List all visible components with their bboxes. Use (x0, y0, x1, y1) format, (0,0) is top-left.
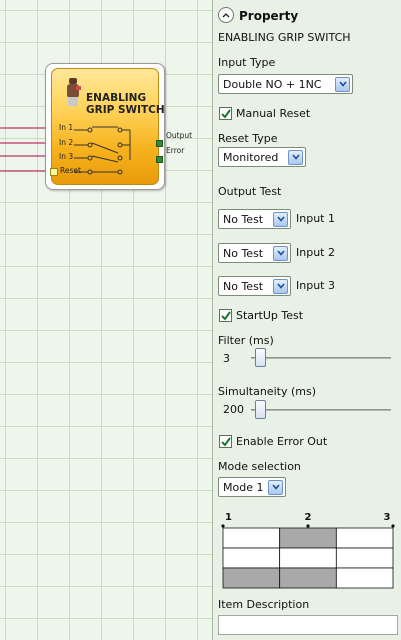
mode-position-3: 3 (384, 512, 391, 523)
pin-in3-label: In 3 (59, 152, 74, 161)
checkmark-icon (220, 310, 231, 321)
mode-selection-value: Mode 1 (223, 480, 264, 494)
startup-test-label: StartUp Test (236, 309, 304, 322)
input-type-select[interactable]: Double NO + 1NC (218, 74, 353, 94)
reset-type-select[interactable]: Monitored (218, 147, 306, 167)
filter-slider-track[interactable] (251, 357, 391, 359)
mode-position-marker (306, 524, 310, 528)
simultaneity-slider-thumb[interactable] (255, 400, 266, 419)
chevron-down-icon (273, 278, 288, 294)
reset-type-value: Monitored (223, 150, 279, 164)
panel-title: Property (239, 9, 299, 23)
pin-reset-label: Reset (60, 166, 81, 175)
simultaneity-slider-track[interactable] (251, 409, 391, 411)
enable-error-out-checkbox[interactable] (219, 435, 232, 448)
filter-label: Filter (ms) (218, 334, 274, 347)
mode-position-marker (221, 524, 225, 528)
simultaneity-value: 200 (223, 403, 244, 416)
startup-test-checkbox[interactable] (219, 309, 232, 322)
mode-cell (279, 567, 337, 589)
manual-reset-checkbox[interactable] (219, 107, 232, 120)
mode-position-2: 2 (305, 512, 312, 523)
mode-position-1: 1 (225, 512, 232, 523)
item-description-label: Item Description (218, 598, 310, 611)
mode-cell (335, 567, 394, 589)
checkmark-icon (220, 108, 231, 119)
mode-selection-select[interactable]: Mode 1 (218, 477, 286, 497)
mode-cell (279, 527, 337, 549)
mode-cell (279, 547, 337, 569)
output-test-select-3[interactable]: No Test (218, 276, 291, 296)
pin-output-label: Output (166, 131, 193, 140)
chevron-down-icon (335, 76, 350, 92)
mode-selection-label: Mode selection (218, 460, 301, 473)
chevron-down-icon (273, 211, 288, 227)
output-test-input-label-3: Input 3 (296, 279, 335, 292)
mode-position-marker (391, 524, 395, 528)
output-test-value-3: No Test (223, 279, 264, 293)
chevron-down-icon (288, 149, 303, 165)
mode-diagram: 1 2 3 (221, 512, 395, 589)
error-pin[interactable] (156, 156, 163, 163)
output-pin[interactable] (156, 140, 163, 147)
input-type-label: Input Type (218, 56, 276, 69)
chevron-down-icon (268, 479, 283, 495)
property-panel: Property ENABLING GRIP SWITCH Input Type… (212, 0, 401, 640)
mode-cell (222, 547, 281, 569)
input-type-value: Double NO + 1NC (223, 77, 322, 91)
output-test-input-label-1: Input 1 (296, 212, 335, 225)
logic-canvas[interactable]: ENABLING GRIP SWITCH In 1 In 2 In 3 Rese (0, 0, 212, 640)
filter-slider-thumb[interactable] (255, 348, 266, 367)
enable-error-out-label: Enable Error Out (236, 435, 328, 448)
mode-cell (222, 527, 281, 549)
item-description-input[interactable] (218, 615, 398, 635)
output-test-value-1: No Test (223, 212, 264, 226)
manual-reset-label: Manual Reset (236, 107, 311, 120)
simultaneity-label: Simultaneity (ms) (218, 385, 316, 398)
reset-pin[interactable] (50, 168, 58, 176)
pin-error-label: Error (166, 146, 185, 155)
pin-in2-label: In 2 (59, 138, 74, 147)
filter-value: 3 (223, 352, 230, 365)
mode-cell (335, 547, 394, 569)
contacts-symbol (74, 126, 131, 175)
reset-type-label: Reset Type (218, 132, 278, 145)
mode-cell (222, 567, 281, 589)
mode-cell (335, 527, 394, 549)
output-test-select-2[interactable]: No Test (218, 243, 291, 263)
output-test-label: Output Test (218, 185, 282, 198)
chevron-up-icon (222, 13, 230, 18)
output-test-input-label-2: Input 2 (296, 246, 335, 259)
pin-in1-label: In 1 (59, 123, 74, 132)
checkmark-icon (220, 436, 231, 447)
collapse-button[interactable] (218, 7, 234, 23)
panel-subtitle: ENABLING GRIP SWITCH (218, 31, 351, 44)
output-test-value-2: No Test (223, 246, 264, 260)
chevron-down-icon (273, 245, 288, 261)
output-test-select-1[interactable]: No Test (218, 209, 291, 229)
